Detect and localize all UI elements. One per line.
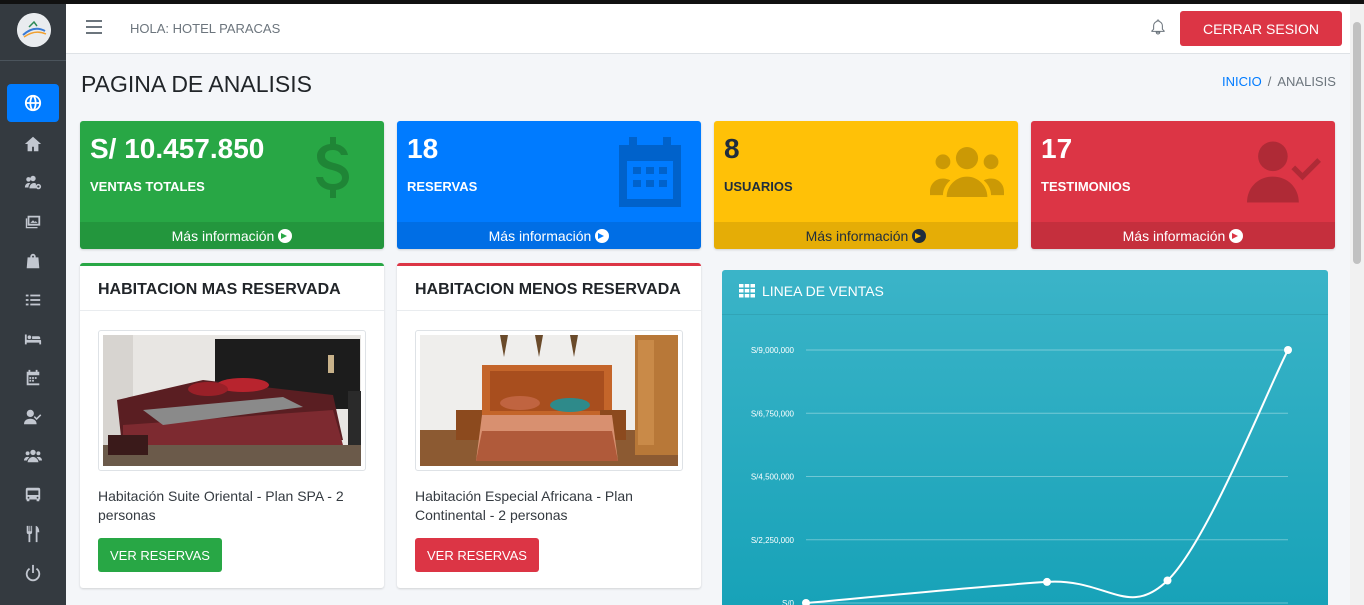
sidebar-item-list[interactable] [7, 281, 59, 319]
y-tick-label: S/2,250,000 [751, 536, 795, 545]
sidebar-item-calendar[interactable] [7, 359, 59, 397]
logout-button[interactable]: CERRAR SESION [1180, 11, 1342, 46]
shopping-bag-icon [26, 253, 40, 269]
users-cog-icon [24, 175, 42, 190]
bell-icon[interactable] [1151, 19, 1167, 37]
room-photo [415, 330, 683, 471]
y-tick-label: S/0 [782, 599, 795, 605]
greeting-text: HOLA: HOTEL PARACAS [130, 21, 281, 36]
sidebar-item-home[interactable] [7, 125, 59, 163]
stat-more-link[interactable]: Más información [1031, 222, 1335, 249]
stat-box-reservations: 18 RESERVAS Más información [397, 121, 701, 249]
dollar-icon [296, 135, 370, 209]
sales-data-point[interactable] [1043, 577, 1051, 586]
user-check-icon [24, 409, 42, 425]
menu-toggle-icon[interactable] [86, 20, 102, 34]
y-tick-label: S/4,500,000 [751, 473, 795, 482]
stat-value: 8 [724, 133, 740, 164]
arrow-circle-right-icon [595, 228, 610, 243]
stat-value: 17 [1041, 133, 1073, 164]
room-name: Habitación Especial Africana - Plan Cont… [415, 488, 633, 523]
sidebar [0, 4, 66, 605]
user-check-icon [1247, 135, 1321, 209]
calendar-icon [26, 369, 40, 386]
room-name: Habitación Suite Oriental - Plan SPA - 2… [98, 488, 344, 523]
sales-line-chart-card: LINEA DE VENTAS S/0 S/2,250,000 S/4,500,00… [722, 270, 1328, 605]
view-reservations-button[interactable]: VER RESERVAS [98, 538, 222, 572]
breadcrumb-separator: / [1267, 74, 1272, 89]
y-tick-label: S/6,750,000 [751, 409, 795, 418]
users-icon [930, 135, 1004, 209]
least-booked-room-card: HABITACION MENOS RESERVADA Habitación Es… [397, 263, 701, 588]
room-photo [98, 330, 366, 471]
sidebar-divider [0, 60, 66, 61]
breadcrumb: INICIO / ANALISIS [1222, 74, 1336, 89]
scrollbar-thumb[interactable] [1353, 22, 1361, 264]
stat-label: USUARIOS [724, 179, 793, 194]
page-scrollbar[interactable] [1350, 4, 1364, 605]
sidebar-item-user-check[interactable] [7, 398, 59, 436]
page-title: PAGINA DE ANALISIS [81, 71, 312, 97]
calendar-icon [613, 135, 687, 209]
home-icon [24, 136, 42, 152]
stat-more-link[interactable]: Más información [397, 222, 701, 249]
images-icon [25, 215, 41, 229]
most-booked-room-card: HABITACION MAS RESERVADA Habitación Suit… [80, 263, 384, 588]
power-icon [25, 564, 41, 582]
sidebar-item-shop[interactable] [7, 242, 59, 280]
card-title: HABITACION MENOS RESERVADA [397, 266, 701, 311]
card-title: HABITACION MAS RESERVADA [80, 266, 384, 311]
stat-label: RESERVAS [407, 179, 478, 194]
users-icon [24, 449, 42, 463]
sidebar-item-logout[interactable] [7, 554, 59, 592]
more-info-label: Más información [805, 227, 909, 244]
stat-value: S/ 10.457.850 [90, 133, 265, 164]
more-info-label: Más información [488, 227, 592, 244]
sidebar-item-globe[interactable] [7, 84, 59, 122]
sidebar-item-transport[interactable] [7, 476, 59, 514]
sidebar-item-restaurant[interactable] [7, 515, 59, 553]
more-info-label: Más información [1122, 227, 1226, 244]
globe-icon [24, 94, 42, 112]
sales-line-chart: S/0 S/2,250,000 S/4,500,000 S/6,750,000 S/9,… [751, 346, 1292, 605]
sidebar-item-rooms[interactable] [7, 320, 59, 358]
sales-data-point[interactable] [802, 599, 810, 605]
sidebar-item-users-cog[interactable] [7, 164, 59, 202]
stat-value: 18 [407, 133, 439, 164]
top-navbar: HOLA: HOTEL PARACAS CERRAR SESION [66, 4, 1350, 54]
bus-icon [25, 487, 41, 502]
brand-logo[interactable] [17, 13, 51, 47]
arrow-circle-right-icon [1229, 228, 1244, 243]
sidebar-item-images[interactable] [7, 203, 59, 241]
stat-box-testimonials: 17 TESTIMONIOS Más información [1031, 121, 1335, 249]
sidebar-item-users[interactable] [7, 437, 59, 475]
list-icon [25, 294, 41, 306]
utensils-icon [26, 525, 40, 543]
view-reservations-button[interactable]: VER RESERVAS [415, 538, 539, 572]
breadcrumb-home-link[interactable]: INICIO [1222, 74, 1262, 89]
sales-data-point[interactable] [1163, 576, 1172, 585]
arrow-circle-right-icon [912, 228, 927, 243]
stat-label: VENTAS TOTALES [90, 179, 205, 194]
stat-more-link[interactable]: Más información [714, 222, 1018, 249]
more-info-label: Más información [171, 227, 275, 244]
y-tick-label: S/9,000,000 [751, 346, 795, 355]
stat-box-sales: S/ 10.457.850 VENTAS TOTALES Más informa… [80, 121, 384, 249]
breadcrumb-current: ANALISIS [1277, 74, 1336, 89]
sales-data-point[interactable] [1284, 346, 1292, 354]
stat-box-users: 8 USUARIOS Más información [714, 121, 1018, 249]
stat-label: TESTIMONIOS [1041, 179, 1131, 194]
bed-icon [24, 334, 42, 345]
arrow-circle-right-icon [278, 228, 293, 243]
stat-more-link[interactable]: Más información [80, 222, 384, 249]
